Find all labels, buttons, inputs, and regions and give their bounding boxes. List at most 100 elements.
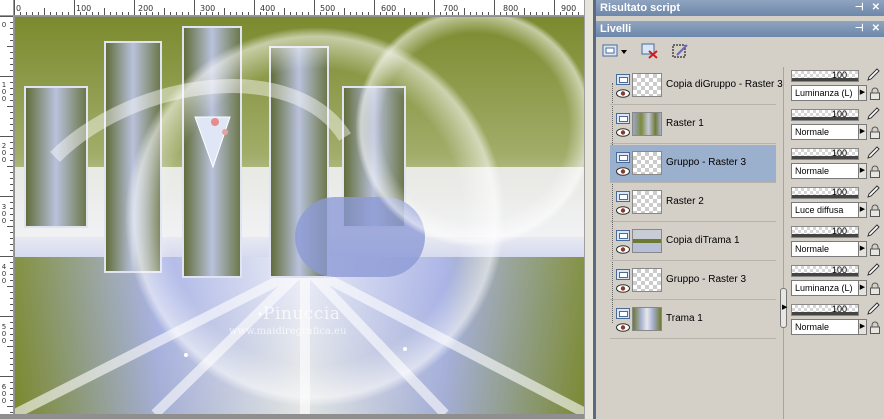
opacity-fill [792, 78, 858, 81]
ruler-tick [512, 12, 513, 15]
edit-pencil-icon[interactable] [865, 262, 881, 278]
raster-layer-icon [616, 191, 630, 202]
ruler-tick [10, 364, 13, 365]
visibility-eye-icon[interactable] [616, 284, 630, 293]
blend-mode-select[interactable]: Normale [791, 124, 859, 140]
splitter-arrow-icon[interactable]: ▶ [782, 303, 787, 311]
visibility-eye-icon[interactable] [616, 167, 630, 176]
opacity-slider[interactable]: 100 [791, 265, 859, 277]
lock-icon[interactable] [869, 282, 881, 295]
pin-icon[interactable]: ⊣ [855, 23, 864, 34]
layers-palette-titlebar[interactable]: Livelli ⊣ ✕ [596, 21, 884, 37]
lock-icon[interactable] [869, 204, 881, 217]
layer-row[interactable]: Copia diTrama 1 [610, 223, 776, 261]
ruler-tick [128, 12, 129, 15]
ruler-tick [338, 12, 339, 15]
ruler-tick [14, 0, 15, 15]
ruler-tick [62, 12, 63, 15]
script-palette-titlebar[interactable]: Risultato script ⊣ ✕ [596, 0, 884, 16]
pin-icon[interactable]: ⊣ [855, 2, 864, 13]
layer-row[interactable]: Gruppo - Raster 3 [610, 262, 776, 300]
opacity-slider[interactable]: 100 [791, 148, 859, 160]
visibility-eye-icon[interactable] [616, 128, 630, 137]
new-raster-layer-button[interactable] [600, 41, 630, 61]
ruler-tick [410, 12, 411, 15]
edit-pencil-icon[interactable] [865, 145, 881, 161]
ruler-tick [380, 12, 381, 15]
ruler-tick [290, 12, 291, 15]
watermark-url: www.maidiregrafica.eu [229, 326, 347, 337]
edit-pencil-icon[interactable] [865, 301, 881, 317]
close-icon[interactable]: ✕ [872, 23, 880, 34]
blend-mode-select[interactable]: Luce diffusa [791, 202, 859, 218]
chevron-right-icon[interactable]: ▶ [859, 124, 867, 140]
visibility-eye-icon[interactable] [616, 206, 630, 215]
ruler-tick [110, 12, 111, 15]
ruler-tick [230, 12, 231, 15]
ruler-tick [458, 12, 459, 15]
layer-name: Copia diGruppo - Raster 3 [666, 79, 783, 90]
canvas-window: 0 100 200 300 400 500 600 700 800 900 0 … [0, 0, 587, 419]
layer-row-selected[interactable]: Gruppo - Raster 3 [610, 145, 776, 183]
ruler-tick [10, 190, 13, 191]
ruler-tick [452, 12, 453, 15]
canvas-scrollbar[interactable] [584, 0, 593, 419]
close-icon[interactable]: ✕ [872, 2, 880, 13]
opacity-slider[interactable]: 100 [791, 304, 859, 316]
ruler-tick [10, 208, 13, 209]
blend-mode-select[interactable]: Normale [791, 241, 859, 257]
layer-thumbnail [632, 151, 662, 175]
blend-mode-select[interactable]: Normale [791, 319, 859, 335]
ruler-tick [7, 106, 13, 107]
ruler-left-label: 500 [1, 323, 7, 345]
blend-mode-select[interactable]: Luminanza (L) [791, 85, 859, 101]
new-mask-layer-button[interactable] [668, 41, 692, 61]
ruler-tick [170, 12, 171, 15]
opacity-fill [792, 234, 858, 237]
ruler-tick [536, 12, 537, 15]
ruler-tick [10, 130, 13, 131]
chevron-right-icon[interactable]: ▶ [859, 280, 867, 296]
opacity-slider[interactable]: 100 [791, 70, 859, 82]
ruler-tick [194, 0, 195, 15]
ruler-tick [218, 12, 219, 15]
lock-icon[interactable] [869, 87, 881, 100]
ruler-tick [86, 12, 87, 15]
opacity-slider[interactable]: 100 [791, 109, 859, 121]
ruler-tick [278, 12, 279, 15]
blend-mode-select[interactable]: Normale [791, 163, 859, 179]
lock-icon[interactable] [869, 126, 881, 139]
lock-icon[interactable] [869, 243, 881, 256]
ruler-tick [10, 88, 13, 89]
visibility-eye-icon[interactable] [616, 323, 630, 332]
ruler-tick [578, 12, 579, 15]
ruler-tick [188, 12, 189, 15]
blend-mode-select[interactable]: Luminanza (L) [791, 280, 859, 296]
edit-pencil-icon[interactable] [865, 67, 881, 83]
ruler-tick [10, 184, 13, 185]
opacity-slider[interactable]: 100 [791, 226, 859, 238]
chevron-right-icon[interactable]: ▶ [859, 319, 867, 335]
edit-pencil-icon[interactable] [865, 184, 881, 200]
opacity-slider[interactable]: 100 [791, 187, 859, 199]
ruler-tick [542, 12, 543, 15]
edit-pencil-icon[interactable] [865, 223, 881, 239]
layer-row[interactable]: Trama 1 [610, 301, 776, 339]
visibility-eye-icon[interactable] [616, 89, 630, 98]
ruler-tick [10, 202, 13, 203]
chevron-right-icon[interactable]: ▶ [859, 241, 867, 257]
visibility-eye-icon[interactable] [616, 245, 630, 254]
layer-row[interactable]: Raster 1 [610, 106, 776, 144]
layer-row[interactable]: Copia diGruppo - Raster 3 [610, 67, 783, 105]
lock-icon[interactable] [869, 321, 881, 334]
chevron-right-icon[interactable]: ▶ [859, 85, 867, 101]
layer-row[interactable]: Raster 2 [610, 184, 776, 222]
delete-layer-button[interactable] [638, 41, 662, 61]
ruler-tick [10, 250, 13, 251]
canvas-image[interactable]: Pinuccia www.maidiregrafica.eu [15, 17, 587, 414]
chevron-right-icon[interactable]: ▶ [859, 202, 867, 218]
panel-splitter[interactable] [783, 67, 784, 419]
lock-icon[interactable] [869, 165, 881, 178]
edit-pencil-icon[interactable] [865, 106, 881, 122]
chevron-right-icon[interactable]: ▶ [859, 163, 867, 179]
